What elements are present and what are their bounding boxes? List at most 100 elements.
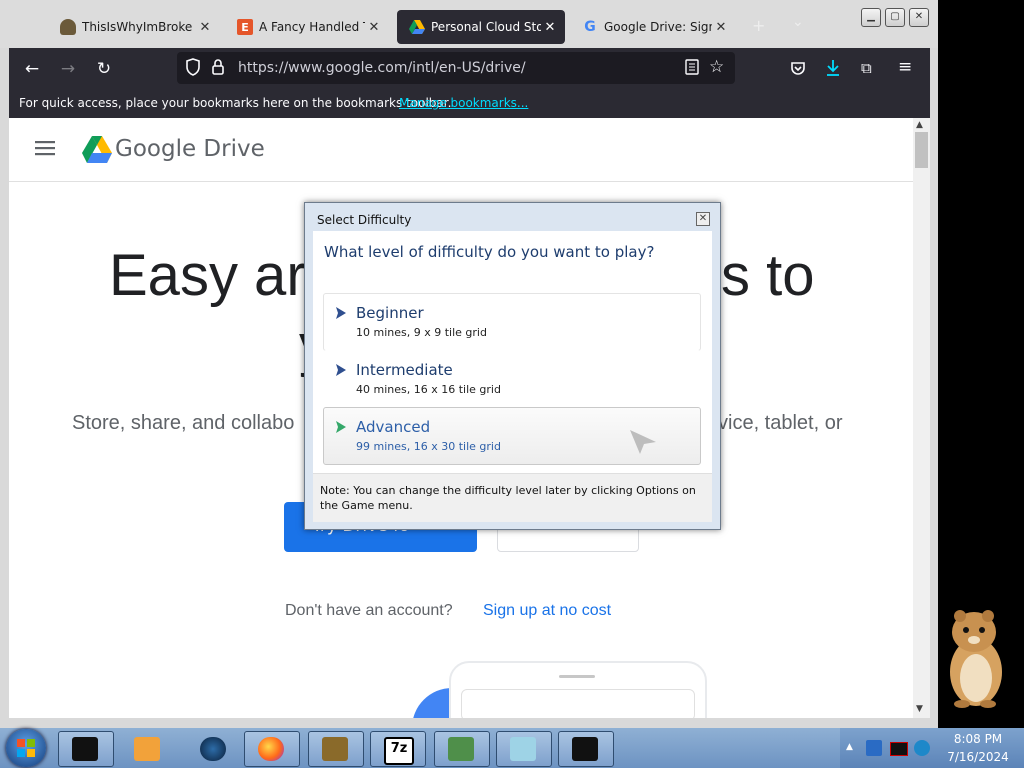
- console-icon: [572, 737, 598, 761]
- hero-headline-right: s to: [721, 243, 815, 308]
- tab-personal-cloud-storage[interactable]: Personal Cloud Storag ✕: [397, 10, 565, 44]
- dialog-close-button[interactable]: ✕: [696, 212, 710, 226]
- etsy-favicon-icon: E: [237, 19, 253, 35]
- taskbar-terminal-app[interactable]: [58, 731, 114, 767]
- taskbar-console[interactable]: [558, 731, 614, 767]
- taskbar-firefox[interactable]: [244, 731, 300, 767]
- tab-label: ThisIsWhyImBroke :: T: [82, 20, 196, 34]
- dialog-note: Note: You can change the difficulty leve…: [320, 484, 696, 512]
- browser-globe-icon: [200, 737, 226, 761]
- dialog-question: What level of difficulty do you want to …: [324, 243, 655, 261]
- tab-label: A Fancy Handled Tact: [259, 20, 365, 34]
- close-icon[interactable]: ✕: [196, 20, 214, 35]
- close-icon[interactable]: ✕: [712, 20, 730, 35]
- tab-fancy-handled[interactable]: E A Fancy Handled Tact ✕: [225, 10, 389, 44]
- google-drive-logo-text[interactable]: Google Drive: [115, 136, 265, 162]
- system-tray: ▲ 8:08 PM 7/16/2024: [840, 728, 1024, 768]
- tab-label: Personal Cloud Storag: [431, 20, 541, 34]
- taskbar-browser-globe[interactable]: [186, 731, 242, 767]
- option-beginner[interactable]: Beginner 10 mines, 9 x 9 tile grid: [323, 293, 701, 351]
- taskbar-notepad[interactable]: [496, 731, 552, 767]
- taskbar-media-player[interactable]: [120, 731, 176, 767]
- bookmarks-toolbar: For quick access, place your bookmarks h…: [9, 90, 930, 118]
- extensions-icon[interactable]: ⧉: [861, 59, 872, 77]
- taskbar-scanner[interactable]: [434, 731, 490, 767]
- dialog-title: Select Difficulty: [317, 213, 412, 227]
- manage-bookmarks-link[interactable]: Manage bookmarks...: [399, 96, 528, 110]
- tray-network-icon[interactable]: [866, 740, 882, 756]
- bookmark-star-icon[interactable]: ☆: [709, 57, 724, 77]
- option-subtitle: 10 mines, 9 x 9 tile grid: [356, 326, 487, 339]
- url-text: https://www.google.com/intl/en-US/drive/: [238, 60, 526, 76]
- tab-list-button[interactable]: ⌄: [792, 14, 804, 30]
- windows-logo-icon: [17, 739, 35, 757]
- notepad-icon: [510, 737, 536, 761]
- clock-time[interactable]: 8:08 PM: [936, 732, 1020, 746]
- 7zip-icon: 7z: [384, 737, 414, 765]
- hero-headline-left: Easy ar: [109, 243, 306, 308]
- tray-sync-icon[interactable]: [914, 740, 930, 756]
- option-advanced[interactable]: Advanced 99 mines, 16 x 30 tile grid: [323, 407, 701, 465]
- google-favicon-icon: G: [584, 19, 596, 35]
- dialog-body: What level of difficulty do you want to …: [313, 231, 712, 522]
- option-intermediate[interactable]: Intermediate 40 mines, 16 x 16 tile grid: [323, 350, 701, 408]
- header-divider: [9, 181, 913, 182]
- arrow-right-icon: [336, 307, 346, 319]
- terminal-app-icon: [72, 737, 98, 761]
- bookmarks-message: For quick access, place your bookmarks h…: [19, 96, 452, 110]
- start-button[interactable]: [6, 729, 46, 767]
- select-difficulty-dialog: Select Difficulty ✕ What level of diffic…: [304, 202, 721, 530]
- back-arrow-icon[interactable]: ←: [21, 58, 43, 80]
- lock-icon[interactable]: [211, 58, 225, 80]
- menu-hamburger-icon[interactable]: ≡: [898, 57, 912, 77]
- scroll-up-arrow-icon[interactable]: ▲: [916, 120, 923, 130]
- signup-link[interactable]: Sign up at no cost: [483, 602, 611, 620]
- box-game-icon: [322, 737, 348, 761]
- tab-google-drive-signin[interactable]: G Google Drive: Sign-in ✕: [570, 10, 736, 44]
- new-tab-button[interactable]: +: [752, 16, 765, 35]
- tab-label: Google Drive: Sign-in: [604, 20, 712, 34]
- taskbar-box-game[interactable]: [308, 731, 364, 767]
- scrollbar-thumb[interactable]: [915, 132, 928, 168]
- tab-strip: ThisIsWhyImBroke :: T ✕ E A Fancy Handle…: [0, 0, 938, 48]
- option-title: Advanced: [356, 418, 431, 436]
- tab-thisiswhyimbroke[interactable]: ThisIsWhyImBroke :: T ✕: [48, 10, 220, 44]
- reader-view-icon[interactable]: [685, 59, 699, 79]
- clock-date[interactable]: 7/16/2024: [936, 750, 1020, 764]
- google-drive-favicon-icon: [409, 19, 425, 35]
- option-subtitle: 40 mines, 16 x 16 tile grid: [356, 383, 501, 396]
- forward-arrow-icon[interactable]: →: [57, 58, 79, 80]
- hero-illustration-device: [449, 661, 707, 718]
- arrow-right-icon: [336, 364, 346, 376]
- tray-expand-icon[interactable]: ▲: [846, 742, 853, 752]
- reload-icon[interactable]: ↻: [93, 58, 115, 80]
- minimize-button[interactable]: ▁: [861, 8, 881, 27]
- window-close-button[interactable]: ✕: [909, 8, 929, 27]
- dialog-footer: Note: You can change the difficulty leve…: [313, 473, 712, 522]
- firefox-icon: [258, 737, 284, 761]
- maximize-button[interactable]: ▢: [885, 8, 905, 27]
- hamburger-menu-icon[interactable]: [35, 140, 55, 160]
- mouse-pointer-icon: [630, 430, 656, 454]
- close-icon[interactable]: ✕: [365, 20, 383, 35]
- download-icon[interactable]: [825, 58, 841, 82]
- tray-monitor-icon[interactable]: [890, 742, 908, 756]
- address-bar[interactable]: https://www.google.com/intl/en-US/drive/…: [177, 52, 735, 84]
- option-subtitle: 99 mines, 16 x 30 tile grid: [356, 440, 501, 453]
- option-title: Beginner: [356, 304, 424, 322]
- hamster-mascot-icon[interactable]: [940, 604, 1010, 716]
- media-player-icon: [134, 737, 160, 761]
- pocket-icon[interactable]: [790, 60, 806, 80]
- shield-icon[interactable]: [185, 58, 201, 80]
- mushroom-favicon-icon: [60, 19, 76, 35]
- arrow-right-icon: [336, 421, 346, 433]
- close-icon[interactable]: ✕: [541, 20, 559, 35]
- scroll-down-arrow-icon[interactable]: ▼: [916, 704, 923, 714]
- hero-subtext-left: Store, share, and collabo: [72, 412, 295, 434]
- page-scrollbar[interactable]: ▲ ▼: [913, 118, 930, 718]
- taskbar-7zip[interactable]: 7z: [370, 731, 426, 767]
- no-account-text: Don't have an account?: [285, 602, 453, 619]
- navigation-toolbar: ← → ↻ https://www.google.com/intl/en-US/…: [9, 48, 930, 90]
- option-title: Intermediate: [356, 361, 453, 379]
- google-drive-logo-icon[interactable]: [82, 136, 112, 167]
